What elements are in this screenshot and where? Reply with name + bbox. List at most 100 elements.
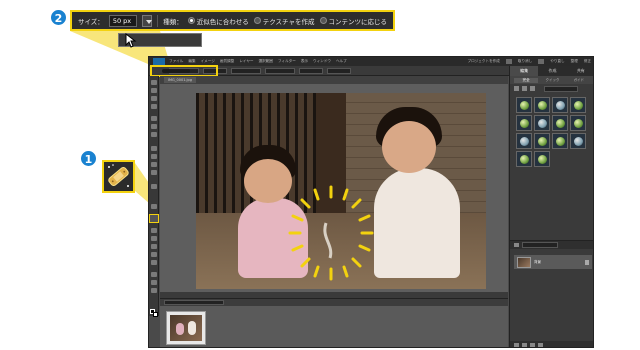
menu-window[interactable]: ウィンドウ (313, 59, 331, 64)
photo-canvas[interactable] (196, 93, 486, 289)
menu-layer[interactable]: レイヤー (239, 59, 253, 64)
menu-edit[interactable]: 編集 (188, 59, 195, 64)
app-logo (153, 58, 165, 65)
eraser-tool-icon[interactable] (151, 236, 157, 241)
new-layer-icon[interactable] (514, 243, 519, 247)
gradient-tool-icon[interactable] (151, 252, 157, 257)
brush-size-input[interactable]: 50 px (108, 14, 137, 27)
menu-view[interactable]: 表示 (301, 59, 308, 64)
effect-thumbnail[interactable] (552, 97, 568, 113)
radio-proximity-match[interactable]: 近似色に合わせる (187, 16, 249, 26)
options-field[interactable] (327, 67, 351, 74)
cookie-cutter-tool-icon[interactable] (151, 162, 157, 167)
layers-header (510, 241, 593, 249)
effect-thumbnail[interactable] (516, 151, 532, 167)
options-field[interactable] (231, 67, 261, 74)
crop-tool-icon[interactable] (151, 154, 157, 159)
effects-category-select[interactable] (544, 85, 578, 92)
layer-name: 背景 (534, 259, 541, 264)
size-label: サイズ： (78, 17, 104, 26)
clone-stamp-tool-icon[interactable] (151, 204, 157, 209)
paint-bucket-tool-icon[interactable] (151, 244, 157, 249)
quick-select-tool-icon[interactable] (151, 132, 157, 137)
filter-icon[interactable] (514, 86, 519, 91)
type-tool-icon[interactable] (151, 146, 157, 151)
effect-thumbnail[interactable] (534, 115, 550, 131)
straighten-tool-icon[interactable] (151, 170, 157, 175)
fix-button[interactable]: 修正 (584, 59, 591, 64)
menu-filter[interactable]: フィルター (278, 59, 296, 64)
hand-tool-icon[interactable] (151, 96, 157, 101)
effect-thumbnail[interactable] (570, 115, 586, 131)
project-bin-header (160, 299, 508, 306)
undo-icon[interactable] (505, 59, 512, 64)
menu-image[interactable]: イメージ (201, 59, 215, 64)
brush-tool-icon[interactable] (151, 228, 157, 233)
spot-healing-brush-icon (108, 164, 129, 187)
spot-healing-tool-selected[interactable] (149, 214, 159, 223)
blend-mode-select[interactable] (522, 242, 558, 248)
layer-thumbnail (517, 256, 531, 268)
effect-thumbnail[interactable] (552, 133, 568, 149)
lasso-tool-icon[interactable] (151, 124, 157, 129)
effect-thumbnail[interactable] (534, 133, 550, 149)
tab-create[interactable]: 作成 (538, 66, 566, 76)
effect-thumbnail[interactable] (552, 115, 568, 131)
project-bin (160, 298, 508, 347)
tab-share[interactable]: 共有 (567, 66, 593, 76)
sunburst-highlight-icon (288, 185, 374, 281)
subtab-full[interactable]: 完全 (514, 77, 539, 83)
effect-thumbnail[interactable] (516, 97, 532, 113)
redo-button[interactable]: やり直し (550, 59, 564, 64)
document-tab[interactable]: IMG_0001.jpg (164, 77, 196, 83)
menu-help[interactable]: ヘルプ (336, 59, 347, 64)
delete-layer-button[interactable] (538, 343, 543, 347)
shape-tool-icon[interactable] (151, 260, 157, 265)
tab-edit[interactable]: 編集 (510, 66, 539, 76)
effect-thumbnail[interactable] (570, 133, 586, 149)
organize-button[interactable]: 整理 (571, 59, 578, 64)
color-swatches[interactable] (150, 309, 158, 317)
move-tool-icon[interactable] (151, 80, 157, 85)
bin-filter-select[interactable] (164, 300, 224, 305)
pencil-tool-icon[interactable] (151, 288, 157, 293)
right-panel: 編集 作成 共有 完全 クイック ガイド 背景 (509, 66, 593, 347)
background-color[interactable] (153, 312, 158, 317)
layer-row[interactable]: 背景 (514, 255, 592, 269)
brush-size-dropdown-button[interactable] (141, 14, 153, 27)
mask-button[interactable] (530, 343, 535, 347)
effect-thumbnail[interactable] (516, 133, 532, 149)
menu-select[interactable]: 選択範囲 (259, 59, 273, 64)
subtab-quick[interactable]: クイック (540, 78, 564, 83)
effect-thumbnail[interactable] (534, 97, 550, 113)
subtab-guided[interactable]: ガイド (567, 78, 591, 83)
adjustment-layer-button[interactable] (522, 343, 527, 347)
eyedropper-tool-icon[interactable] (151, 104, 157, 109)
redo-icon[interactable] (538, 59, 545, 64)
effect-thumbnail[interactable] (570, 97, 586, 113)
marquee-tool-icon[interactable] (151, 116, 157, 121)
create-project-button[interactable]: プロジェクトを作成 (468, 59, 500, 64)
project-bin-thumbnail[interactable] (166, 311, 206, 345)
red-eye-tool-icon[interactable] (151, 184, 157, 189)
panel-sub-tabs: 完全 クイック ガイド (510, 76, 593, 84)
options-field[interactable] (265, 67, 295, 74)
step-badge-1: 1 (80, 150, 97, 167)
layers-footer (510, 341, 593, 347)
menu-enhance[interactable]: 画質調整 (220, 59, 234, 64)
new-layer-button[interactable] (514, 343, 519, 347)
style-icon[interactable] (522, 86, 527, 91)
layers-panel: 背景 (510, 240, 593, 347)
lock-icon (585, 259, 589, 265)
blur-tool-icon[interactable] (151, 272, 157, 277)
menu-file[interactable]: ファイル (169, 59, 183, 64)
options-field[interactable] (299, 67, 323, 74)
zoom-tool-icon[interactable] (151, 88, 157, 93)
sponge-tool-icon[interactable] (151, 280, 157, 285)
effect-thumbnail[interactable] (534, 151, 550, 167)
photo-effect-icon[interactable] (530, 86, 535, 91)
radio-content-aware[interactable]: コンテンツに応じる (319, 16, 387, 26)
undo-button[interactable]: 取り消し (518, 59, 532, 64)
radio-create-texture[interactable]: テクスチャを作成 (253, 16, 315, 26)
effect-thumbnail[interactable] (516, 115, 532, 131)
